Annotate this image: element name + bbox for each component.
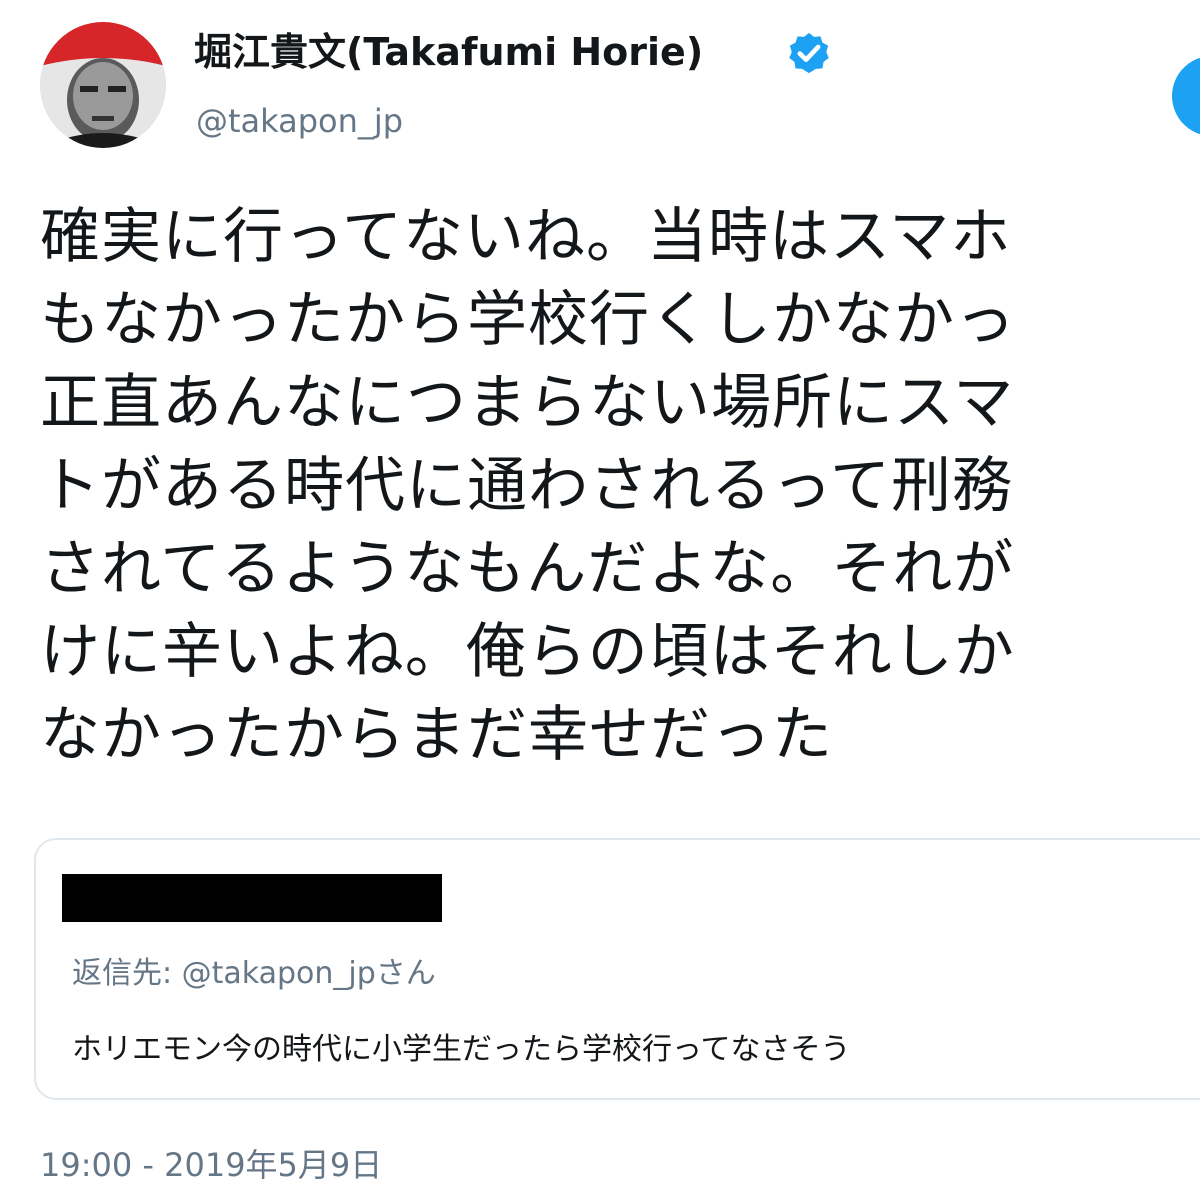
reply-to-label[interactable]: 返信先: @takapon_jpさん <box>72 948 436 992</box>
quoted-tweet-text: ホリエモン今の時代に小学生だったら学校行ってなさそう <box>72 1032 851 1067</box>
user-avatar[interactable] <box>40 22 166 148</box>
tweet-line: もなかったから学校行くしかなかっ <box>40 285 1016 355</box>
user-handle[interactable]: @takapon_jp <box>196 96 403 146</box>
tweet-line: 正直あんなにつまらない場所にスマ <box>40 368 1015 438</box>
tweet-line: 確実に行ってないね。当時はスマホ <box>40 202 1012 272</box>
tweet-line: けに辛いよね。俺らの頃はそれしか <box>40 617 1015 687</box>
tweet-text: 確実に行ってないね。当時はスマホ もなかったから学校行くしかなかっ 正直あんなに… <box>40 196 1200 777</box>
tweet-timestamp[interactable]: 19:00 - 2019年5月9日 <box>40 1140 382 1186</box>
avatar-photo <box>40 22 166 148</box>
verified-badge-icon <box>789 32 829 74</box>
tweet-line: なかったからまだ幸せだった <box>40 700 833 770</box>
follow-button[interactable] <box>1172 56 1200 136</box>
quoted-tweet-card[interactable]: 返信先: @takapon_jpさん ホリエモン今の時代に小学生だったら学校行っ… <box>34 838 1200 1100</box>
display-name[interactable]: 堀江貴文(Takafumi Horie) <box>194 24 703 80</box>
tweet-line: トがある時代に通わされるって刑務 <box>40 451 1013 521</box>
redaction-bar <box>62 874 442 922</box>
tweet-line: されてるようなもんだよな。それが <box>40 534 1015 604</box>
